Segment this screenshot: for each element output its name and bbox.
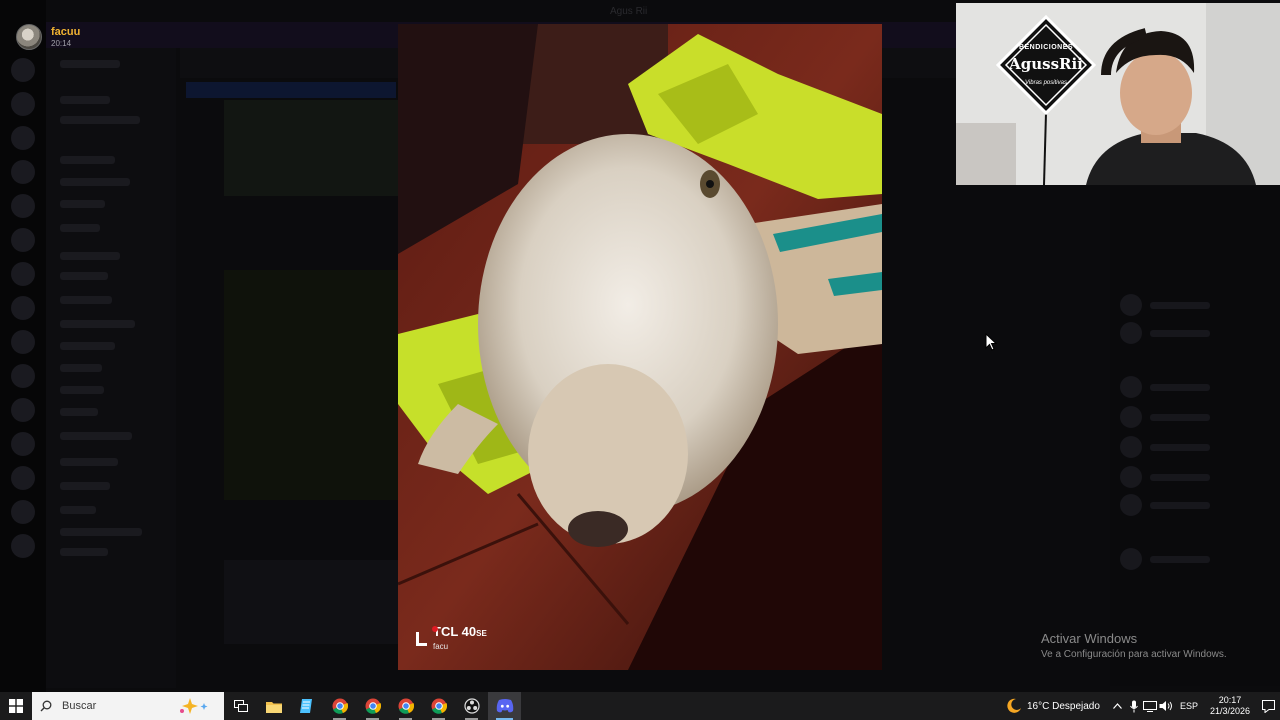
show-hidden-icons-button[interactable] (1110, 692, 1126, 720)
logo-tagline-top: BENDICIONES (1018, 44, 1074, 51)
chrome-button[interactable] (422, 692, 455, 720)
server-icon (11, 432, 35, 456)
server-icon (11, 160, 35, 184)
chrome-icon (431, 698, 447, 714)
chevron-up-icon (1113, 703, 1123, 709)
chrome-icon (398, 698, 414, 714)
message-attachment (224, 560, 398, 644)
logo-tagline-bottom: Vibras positivas (1025, 80, 1067, 86)
avatar[interactable] (16, 24, 42, 50)
logo-name: AgussRii (1009, 55, 1083, 73)
task-view-icon (233, 700, 248, 712)
camera-model: TCL 40SE (433, 624, 487, 639)
webcam-overlay: BENDICIONES AgussRii Vibras positivas (956, 3, 1280, 185)
task-view-button[interactable] (224, 692, 257, 720)
channel-logo: BENDICIONES AgussRii Vibras positivas (994, 13, 1098, 117)
camera-brand-icon (416, 632, 427, 646)
search-icon (40, 700, 52, 712)
weather-text: 16°C Despejado (1027, 700, 1100, 712)
activate-subtitle: Ve a Configuración para activar Windows. (1041, 649, 1227, 660)
chrome-button[interactable] (389, 692, 422, 720)
start-button[interactable] (0, 692, 32, 720)
activate-title: Activar Windows (1041, 631, 1138, 646)
notepad-button[interactable] (290, 692, 323, 720)
server-icon (11, 228, 35, 252)
microphone-button[interactable] (1126, 692, 1142, 720)
search-placeholder: Buscar (62, 700, 97, 712)
microphone-icon (1130, 700, 1138, 712)
message-attachment (224, 100, 398, 196)
mouse-cursor-icon (985, 333, 997, 351)
image-author[interactable]: facuu 20:14 (16, 24, 80, 50)
server-icon (11, 92, 35, 116)
taskbar: Buscar 16°C Despejado ESP 20:17 21/3/202… (0, 692, 1280, 720)
weather-widget[interactable]: 16°C Despejado (1006, 698, 1100, 714)
enlarged-photo[interactable]: TCL 40SE facu (398, 24, 882, 670)
window-title: Agus Rii (610, 6, 648, 17)
file-explorer-button[interactable] (257, 692, 290, 720)
dog-photo (398, 24, 882, 670)
clock-time: 20:17 (1218, 695, 1242, 705)
chrome-icon (365, 698, 381, 714)
chrome-button[interactable] (356, 692, 389, 720)
taskbar-search-input[interactable]: Buscar (32, 692, 224, 720)
server-list (0, 0, 46, 692)
message-attachment (224, 270, 398, 500)
search-highlight-icon (180, 698, 208, 714)
screen: Agus Rii facuu 20:14 TCL 40SE facu BENDI… (0, 0, 1280, 720)
server-icon (11, 534, 35, 558)
obs-icon (463, 698, 480, 714)
brand-dot-icon (432, 626, 438, 632)
chrome-button[interactable] (323, 692, 356, 720)
volume-button[interactable] (1158, 692, 1174, 720)
server-icon (11, 262, 35, 286)
system-tray: 16°C Despejado ESP 20:17 21/3/2026 (1006, 692, 1280, 720)
camera-watermark: TCL 40SE facu (416, 624, 487, 652)
server-icon (11, 364, 35, 388)
file-explorer-icon (265, 701, 282, 713)
network-icon (1142, 700, 1157, 712)
camera-owner: facu (433, 642, 449, 651)
discord-button[interactable] (488, 692, 521, 720)
notification-center-button[interactable] (1256, 692, 1280, 720)
server-icon (11, 330, 35, 354)
network-button[interactable] (1142, 692, 1158, 720)
member-list (1110, 186, 1280, 686)
weather-moon-icon (1007, 698, 1021, 713)
author-name[interactable]: facuu (51, 26, 80, 39)
channel-list (46, 48, 176, 688)
server-icon (11, 194, 35, 218)
input-language[interactable]: ESP (1180, 701, 1198, 711)
obs-button[interactable] (455, 692, 488, 720)
server-icon (11, 466, 35, 490)
server-icon (11, 398, 35, 422)
server-icon (11, 296, 35, 320)
discord-icon (496, 699, 513, 713)
clock-date: 21/3/2026 (1209, 706, 1250, 716)
channel-banner (186, 82, 396, 98)
post-time: 20:14 (51, 38, 72, 48)
activate-windows-watermark: Activar Windows Ve a Configuración para … (1041, 631, 1227, 662)
server-icon (11, 58, 35, 82)
taskbar-clock[interactable]: 20:17 21/3/2026 (1210, 695, 1250, 717)
notification-icon (1261, 699, 1275, 713)
windows-logo-icon (9, 699, 23, 713)
notepad-icon (299, 699, 312, 713)
chrome-icon (332, 698, 348, 714)
speaker-icon (1159, 701, 1172, 711)
server-icon (11, 500, 35, 524)
server-icon (11, 126, 35, 150)
